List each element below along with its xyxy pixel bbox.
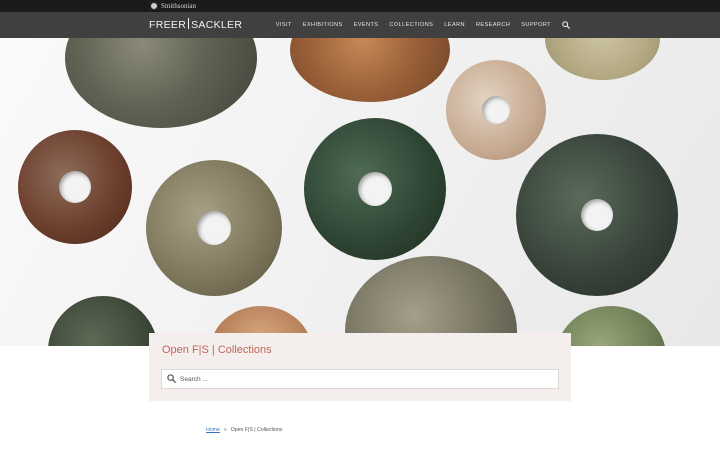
search-input[interactable] [180, 370, 550, 388]
page-title: Open F|S | Collections [162, 344, 272, 356]
breadcrumb: Home » Open F|S | Collections [206, 427, 282, 433]
logo-freer: FREER [149, 19, 187, 31]
smithsonian-topbar: Smithsonian [0, 0, 720, 12]
jade-disc [48, 296, 158, 346]
jade-disc [556, 306, 666, 346]
search-box[interactable] [161, 369, 559, 389]
hero-image-jade-discs [0, 38, 720, 346]
smithsonian-sun-icon [150, 2, 158, 10]
jade-disc [545, 38, 660, 80]
freer-sackler-logo[interactable]: FREER SACKLER [149, 18, 242, 31]
smithsonian-logo[interactable]: Smithsonian [150, 1, 196, 11]
logo-divider [188, 18, 190, 29]
nav-learn[interactable]: LEARN [444, 22, 465, 28]
jade-disc [290, 38, 450, 102]
nav-events[interactable]: EVENTS [354, 22, 379, 28]
jade-disc [65, 38, 257, 128]
breadcrumb-current: Open F|S | Collections [230, 427, 283, 433]
smithsonian-brand-text: Smithsonian [161, 2, 197, 10]
search-icon [167, 374, 176, 383]
nav-visit[interactable]: VISIT [276, 22, 292, 28]
jade-disc [304, 118, 446, 260]
search-icon[interactable] [562, 21, 570, 29]
main-header: FREER SACKLER VISIT EXHIBITIONS EVENTS CO… [0, 12, 720, 38]
nav-collections[interactable]: COLLECTIONS [389, 22, 433, 28]
logo-sackler: SACKLER [191, 19, 243, 31]
breadcrumb-separator: » [223, 427, 227, 433]
jade-disc [446, 60, 546, 160]
breadcrumb-home-link[interactable]: Home [206, 427, 220, 433]
jade-disc [516, 134, 678, 296]
nav-support[interactable]: SUPPORT [521, 22, 551, 28]
nav-research[interactable]: RESEARCH [476, 22, 510, 28]
collections-search-panel: Open F|S | Collections [149, 333, 571, 401]
nav-exhibitions[interactable]: EXHIBITIONS [303, 22, 343, 28]
main-nav: VISIT EXHIBITIONS EVENTS COLLECTIONS LEA… [276, 12, 570, 38]
jade-disc [146, 160, 282, 296]
jade-disc [18, 130, 132, 244]
